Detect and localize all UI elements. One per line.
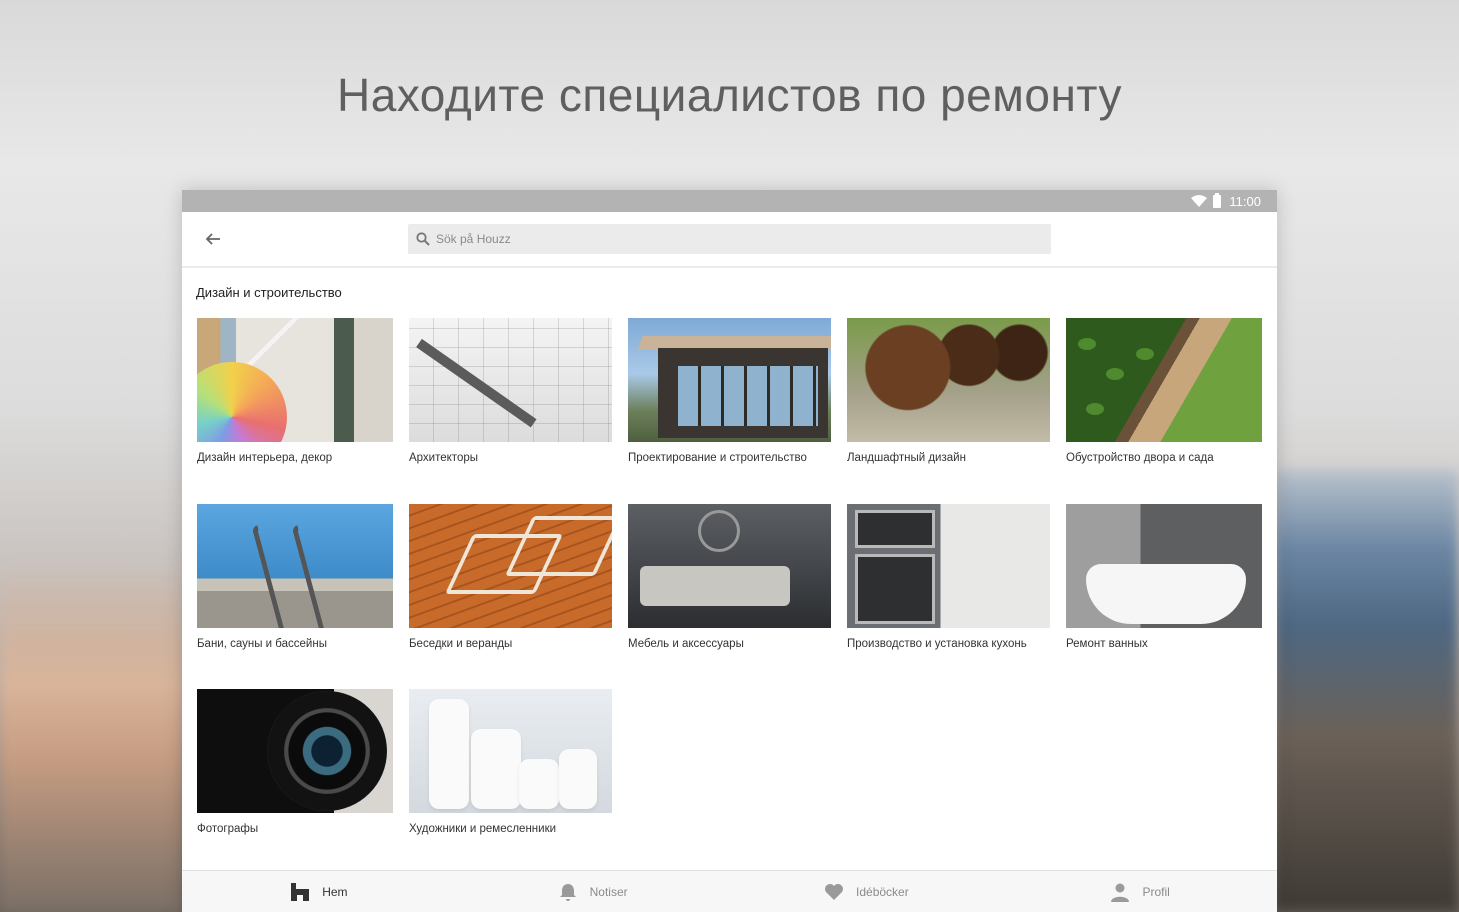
wifi-icon — [1191, 195, 1208, 207]
category-tile-gazebos[interactable]: Беседки и веранды — [409, 504, 612, 650]
nav-label: Idéböcker — [856, 884, 909, 899]
category-label: Обустройство двора и сада — [1066, 452, 1214, 464]
category-image — [409, 504, 612, 628]
category-label: Проектирование и строительство — [628, 452, 807, 464]
category-label: Мебель и аксессуары — [628, 638, 744, 650]
category-image — [628, 318, 831, 442]
category-label: Бани, сауны и бассейны — [197, 638, 327, 650]
background-blur-right — [1274, 470, 1459, 912]
category-tile-architects[interactable]: Архитекторы — [409, 318, 612, 464]
category-label: Фотографы — [197, 823, 259, 835]
arrow-left-icon — [205, 233, 220, 245]
app-bar — [182, 212, 1277, 268]
category-image — [197, 689, 393, 813]
background-blur-left — [0, 560, 185, 912]
category-image — [1066, 318, 1262, 442]
nav-item-notifications[interactable]: Notiser — [456, 871, 730, 912]
category-label: Художники и ремесленники — [409, 823, 557, 835]
category-label: Беседки и веранды — [409, 638, 513, 650]
search-box[interactable] — [408, 224, 1051, 254]
nav-item-profile[interactable]: Profil — [1003, 871, 1277, 912]
category-label: Ландшафтный дизайн — [847, 452, 966, 464]
nav-label: Hem — [322, 884, 348, 899]
search-icon — [416, 232, 430, 246]
category-image — [628, 504, 831, 628]
category-image — [847, 318, 1050, 442]
category-tile-bathrooms[interactable]: Ремонт ванных — [1066, 504, 1262, 650]
status-bar: 11:00 — [182, 190, 1277, 212]
search-input[interactable] — [436, 232, 1016, 246]
category-tile-furniture[interactable]: Мебель и аксессуары — [628, 504, 831, 650]
category-tile-pools[interactable]: Бани, сауны и бассейны — [197, 504, 393, 650]
nav-item-ideabooks[interactable]: Idéböcker — [730, 871, 1004, 912]
category-image — [1066, 504, 1262, 628]
category-tile-kitchens[interactable]: Производство и установка кухонь — [847, 504, 1050, 650]
home-icon — [291, 882, 310, 901]
category-tile-construction[interactable]: Проектирование и строительство — [628, 318, 831, 464]
category-label: Дизайн интерьера, декор — [197, 452, 333, 464]
category-tile-interior[interactable]: Дизайн интерьера, декор — [197, 318, 393, 464]
category-tile-artisans[interactable]: Художники и ремесленники — [409, 689, 612, 835]
category-image — [847, 504, 1050, 628]
nav-label: Profil — [1142, 884, 1170, 899]
bottom-navigation: Hem Notiser Idéböcker Profil — [182, 870, 1277, 912]
category-tile-photographers[interactable]: Фотографы — [197, 689, 393, 835]
tablet-screen: 11:00 Дизайн и строительство Дизайн инте… — [182, 190, 1277, 912]
category-tile-yard[interactable]: Обустройство двора и сада — [1066, 318, 1262, 464]
nav-item-home[interactable]: Hem — [182, 871, 456, 912]
battery-icon — [1213, 192, 1222, 208]
heart-icon — [825, 883, 844, 900]
promo-headline: Находите специалистов по ремонту — [337, 69, 1122, 121]
bell-icon — [559, 883, 576, 901]
status-time: 11:00 — [1229, 193, 1261, 209]
section-title: Дизайн и строительство — [196, 285, 342, 300]
back-button[interactable] — [182, 211, 244, 267]
category-image — [409, 318, 612, 442]
category-label: Производство и установка кухонь — [847, 638, 1027, 650]
category-label: Ремонт ванных — [1066, 638, 1148, 650]
category-image — [197, 504, 393, 628]
user-icon — [1111, 883, 1130, 902]
category-label: Архитекторы — [409, 452, 478, 464]
nav-label: Notiser — [589, 884, 628, 899]
category-image — [197, 318, 393, 442]
category-tile-landscape[interactable]: Ландшафтный дизайн — [847, 318, 1050, 464]
category-image — [409, 689, 612, 813]
